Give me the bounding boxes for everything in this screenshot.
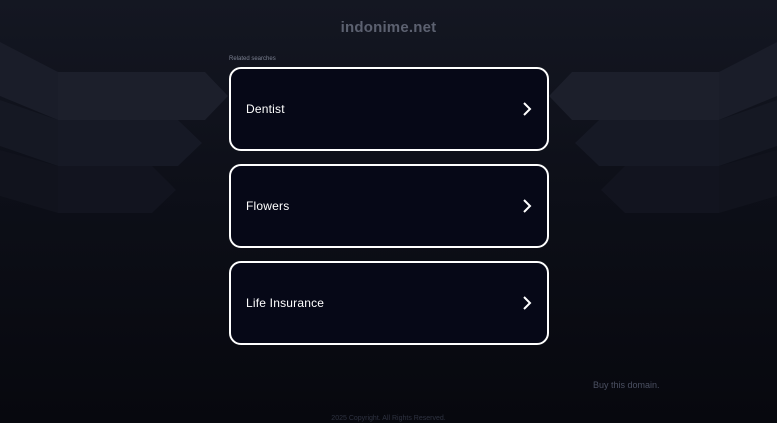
- chevron-right-icon: [523, 296, 532, 310]
- buy-domain-link[interactable]: Buy this domain.: [593, 380, 660, 390]
- related-search-label: Flowers: [246, 199, 290, 213]
- footer-copyright: 2025 Copyright. All Rights Reserved.: [331, 415, 446, 422]
- related-search-label: Life Insurance: [246, 296, 325, 310]
- related-searches-label: Related searches: [229, 56, 276, 62]
- chevron-right-icon: [523, 199, 532, 213]
- parked-domain-page: indonime.net Related searches Dentist Fl…: [0, 0, 777, 423]
- related-search-dentist[interactable]: Dentist: [229, 67, 549, 151]
- chevron-right-icon: [523, 102, 532, 116]
- related-search-flowers[interactable]: Flowers: [229, 164, 549, 248]
- related-search-label: Dentist: [246, 102, 285, 116]
- domain-title: indonime.net: [340, 19, 437, 36]
- related-search-life-insurance[interactable]: Life Insurance: [229, 261, 549, 345]
